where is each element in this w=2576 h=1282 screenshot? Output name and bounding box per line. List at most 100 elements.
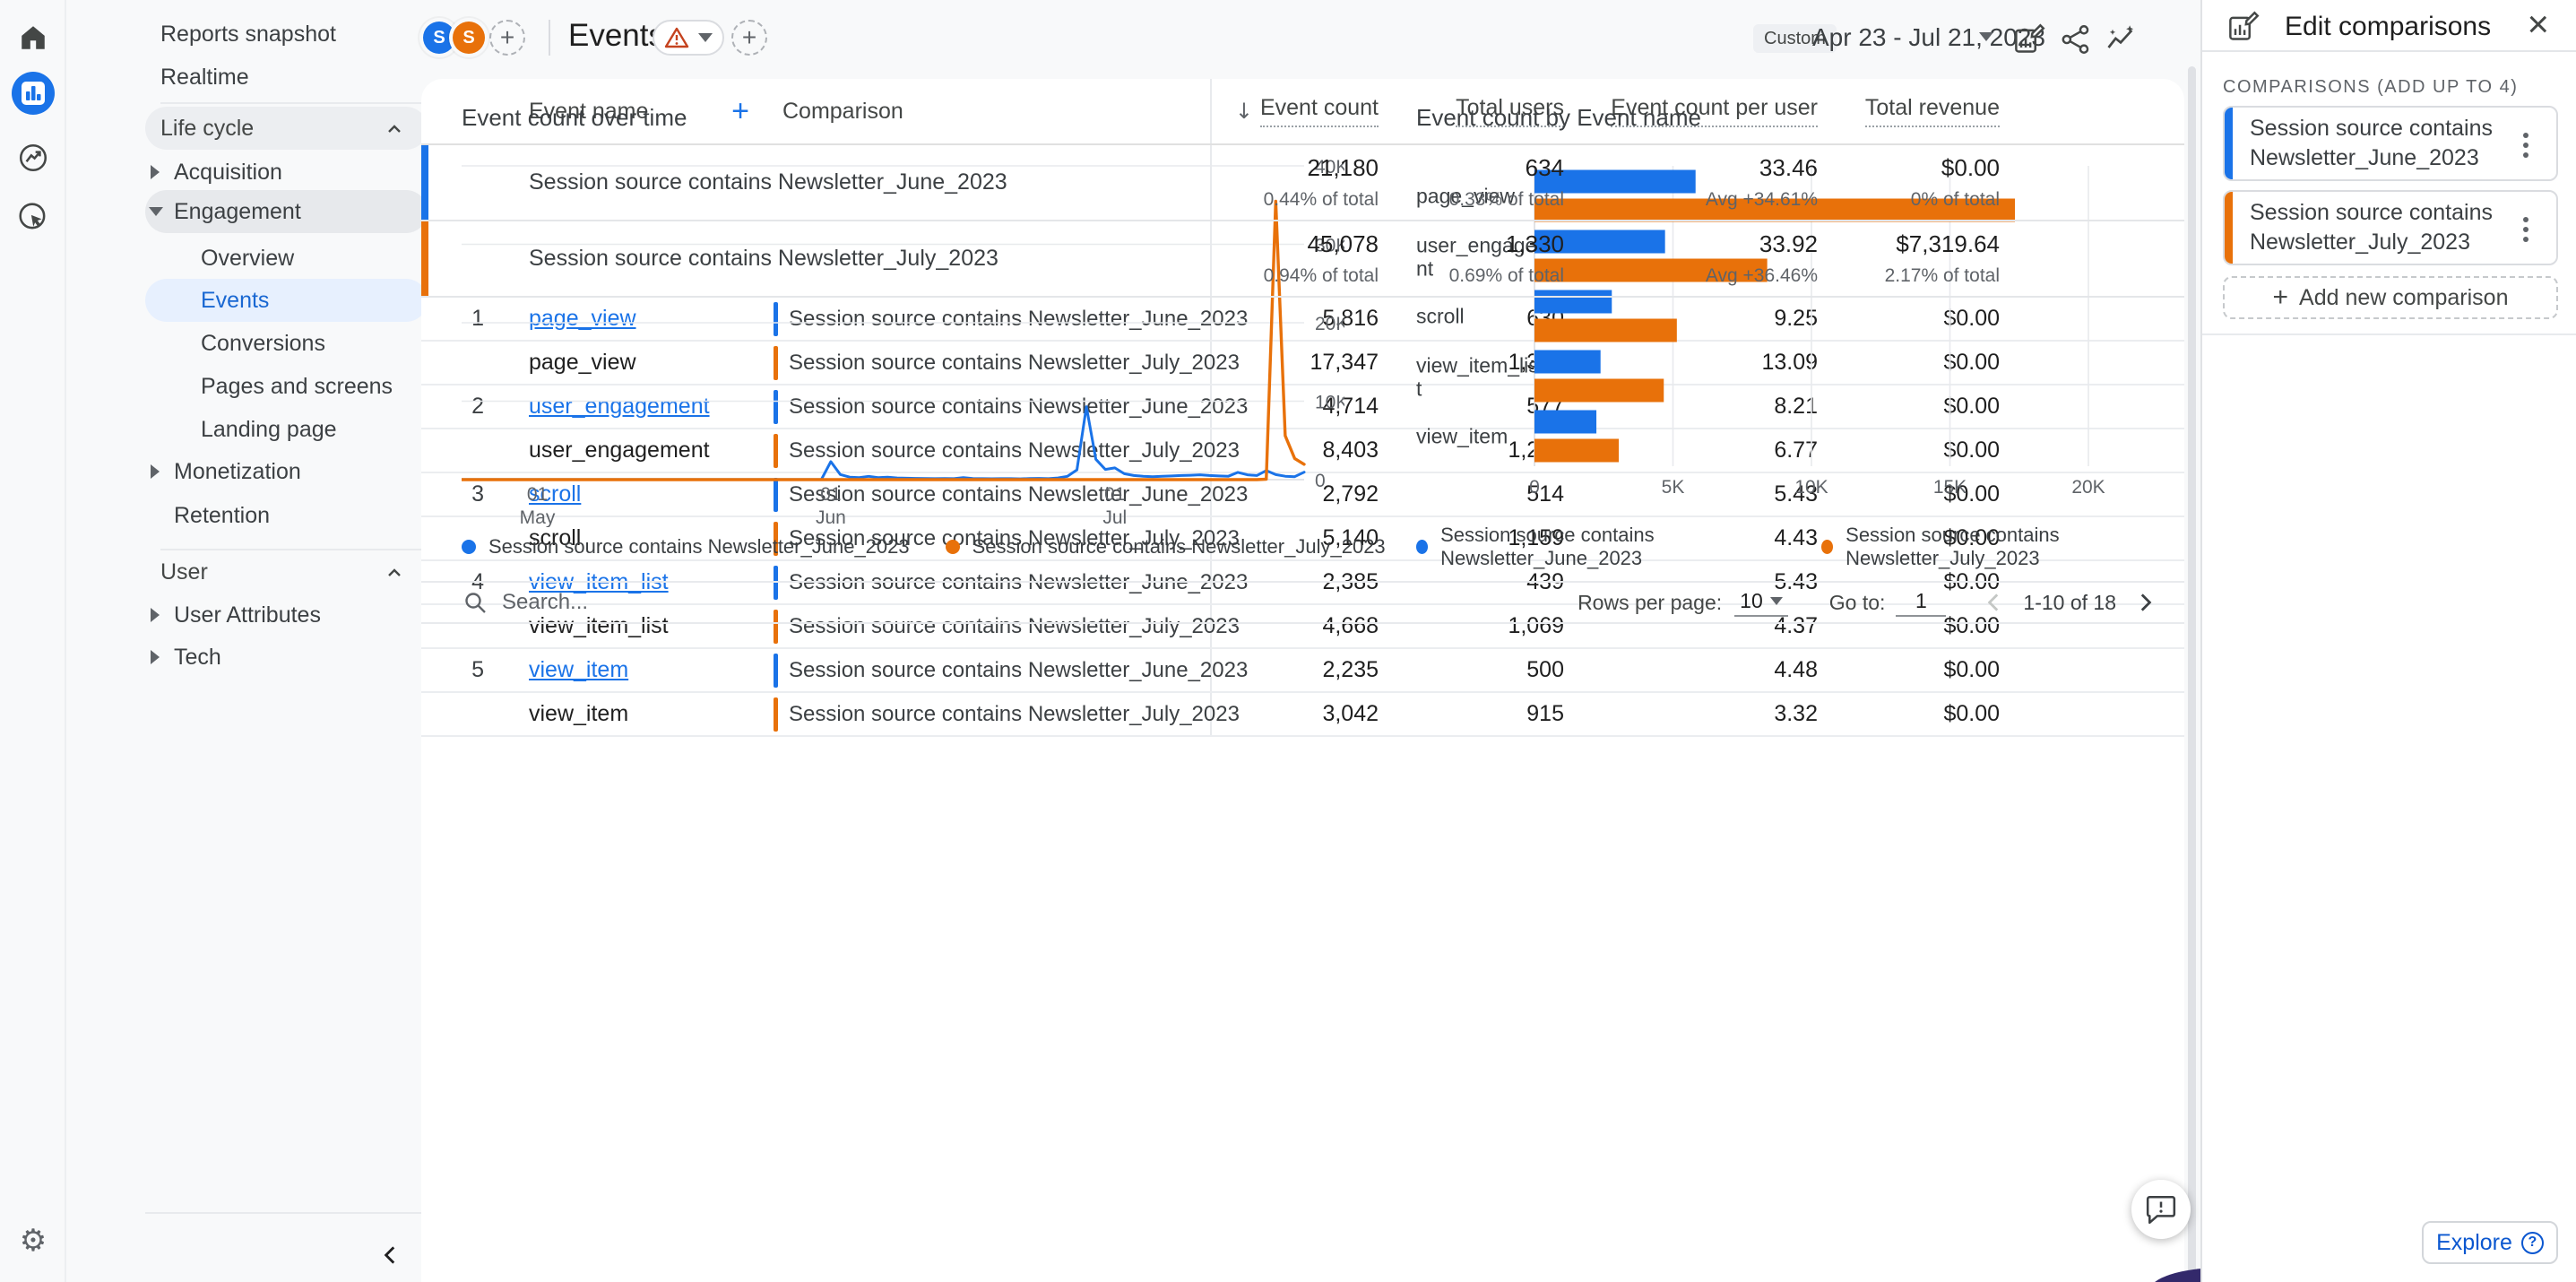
data-quality-dropdown[interactable] — [653, 20, 724, 56]
summary-comparison-label: Session source contains Newsletter_June_… — [421, 145, 1212, 220]
bar-chart-icon-glyph — [22, 82, 45, 105]
explore-icon[interactable] — [12, 136, 55, 179]
sidebar-item-monetization[interactable]: Monetization — [145, 450, 428, 493]
svg-text:May: May — [520, 507, 556, 527]
settings-gear-icon[interactable]: ⚙ — [12, 1219, 55, 1262]
reports-icon[interactable] — [12, 72, 55, 115]
summary-total-revenue: $0.00 0% of total — [1910, 154, 2000, 210]
svg-text:Jun: Jun — [816, 507, 846, 527]
sidebar-item-label: Reports snapshot — [160, 21, 336, 47]
sidebar-item-pages-and-screens[interactable]: Pages and screens — [145, 365, 428, 408]
search-input[interactable] — [502, 590, 878, 615]
comparison-cell: Session source contains Newsletter_July_… — [771, 693, 1240, 735]
report-card: Event count over time Event count by Eve… — [421, 79, 2184, 1282]
explore-button[interactable]: Explore ? — [2422, 1221, 2558, 1264]
sidebar-item-reports-snapshot[interactable]: Reports snapshot — [145, 13, 428, 56]
comparison-value: Newsletter_June_2023 — [2250, 145, 2479, 170]
share-icon[interactable] — [2060, 23, 2092, 56]
explore-icon-glyph — [19, 143, 48, 172]
goto-page-input[interactable]: 1 — [1896, 589, 1947, 617]
sidebar-divider — [145, 1212, 428, 1214]
add-comparison-label: Add new comparison — [2299, 284, 2509, 310]
comparison-card-june[interactable]: Session source contains Newsletter_June_… — [2223, 106, 2558, 181]
sidebar-section-user[interactable]: User — [145, 550, 428, 593]
sidebar-item-acquisition[interactable]: Acquisition — [145, 151, 428, 194]
comparison-cell: Session source contains Newsletter_June_… — [771, 649, 1248, 691]
sidebar-item-realtime[interactable]: Realtime — [145, 56, 428, 99]
add-new-comparison-button[interactable]: + Add new comparison — [2223, 276, 2558, 319]
event-count-per-user-cell: 3.32 — [1774, 701, 1818, 726]
pagination-range: 1-10 of 18 — [2023, 590, 2116, 614]
legend-dot-orange — [945, 540, 960, 554]
svg-text:01: 01 — [527, 484, 548, 505]
feedback-button[interactable] — [2131, 1180, 2191, 1239]
event-count-cell: 3,042 — [1322, 701, 1379, 726]
vertical-scrollbar[interactable] — [2188, 66, 2196, 1282]
comparison-color-bar — [421, 221, 428, 296]
comparison-pill-july[interactable]: S — [453, 22, 485, 54]
legend-label: Session source contains Newsletter_June_… — [1440, 524, 1655, 569]
expand-arrow-icon — [151, 464, 160, 479]
sidebar-item-conversions[interactable]: Conversions — [145, 322, 428, 365]
sidebar-item-user-attributes[interactable]: User Attributes — [145, 593, 428, 637]
add-report-tab-button[interactable]: + — [731, 20, 767, 56]
chevron-down-icon — [1979, 32, 1993, 41]
sidebar-item-label: Landing page — [201, 416, 337, 442]
sidebar-item-retention[interactable]: Retention — [145, 494, 428, 537]
panel-title: Edit comparisons — [2285, 12, 2492, 41]
sidebar-item-label: Engagement — [174, 198, 301, 224]
customize-report-icon[interactable] — [2013, 23, 2045, 56]
comparison-menu-kebab-icon[interactable] — [2510, 127, 2542, 163]
comparison-menu-kebab-icon[interactable] — [2510, 212, 2542, 247]
comparisons-section-label: COMPARISONS (ADD UP TO 4) — [2223, 77, 2519, 97]
table-row: 5 view_item Session source contains Newsle… — [421, 649, 2184, 693]
section-label: Life cycle — [160, 115, 255, 141]
comparison-color-bar — [774, 653, 778, 688]
legend-item: Session source contains Newsletter_July_… — [1821, 524, 2184, 570]
svg-text:Jul: Jul — [1102, 507, 1127, 527]
sidebar-item-engagement[interactable]: Engagement — [145, 190, 428, 233]
insights-icon[interactable] — [2105, 23, 2137, 56]
sidebar-item-events[interactable]: Events — [145, 279, 428, 322]
report-nav-sidebar: Reports snapshot Realtime Life cycle Acq… — [66, 0, 428, 1282]
edit-comparisons-panel: Edit comparisons × COMPARISONS (ADD UP T… — [2200, 0, 2576, 1282]
expand-arrow-icon — [151, 650, 160, 664]
rows-per-page-select[interactable]: 10 — [1734, 589, 1788, 617]
svg-text:view_item_lis: view_item_lis — [1416, 354, 1539, 377]
collapse-sidebar-button[interactable] — [375, 1239, 407, 1271]
legend-label: Session source contains Newsletter_July_… — [1846, 524, 2060, 569]
comparison-value: Newsletter_July_2023 — [2250, 230, 2470, 255]
search-icon — [465, 593, 486, 613]
comparison-pill-june[interactable]: S — [423, 22, 455, 54]
advertising-icon[interactable] — [12, 195, 55, 238]
svg-text:01: 01 — [820, 484, 841, 505]
summary-total-users: 634 0.33% of total — [1448, 154, 1564, 210]
sidebar-item-landing-page[interactable]: Landing page — [145, 408, 428, 451]
sidebar-section-life-cycle[interactable]: Life cycle — [145, 107, 428, 150]
comparison-card-text: Session source contains Newsletter_June_… — [2250, 114, 2493, 173]
plus-icon: + — [2272, 282, 2289, 312]
sidebar-item-label: Tech — [174, 644, 221, 670]
event-count-cell: 2,235 — [1322, 657, 1379, 682]
pagination-controls: Rows per page: 10 Go to: 1 1-10 of 18 — [1578, 589, 2157, 617]
svg-text:t: t — [1416, 377, 1422, 401]
summary-comparison-label: Session source contains Newsletter_July_… — [421, 221, 1212, 296]
previous-page-icon[interactable] — [1982, 590, 2007, 615]
sidebar-item-overview[interactable]: Overview — [145, 237, 428, 280]
comparison-card-july[interactable]: Session source contains Newsletter_July_… — [2223, 190, 2558, 265]
comparison-label: Session source contains Newsletter_July_… — [789, 701, 1240, 726]
event-name-link[interactable]: view_item — [529, 657, 628, 682]
svg-text:10K: 10K — [1315, 393, 1344, 413]
table-search[interactable] — [462, 590, 878, 615]
comparison-color-bar — [2225, 192, 2233, 264]
date-range-selector[interactable]: Apr 23 - Jul 21, 2023 — [1812, 23, 2045, 52]
svg-text:20K: 20K — [1315, 314, 1344, 334]
panel-header: Edit comparisons × — [2202, 0, 2576, 52]
close-panel-icon[interactable]: × — [2527, 5, 2549, 43]
sidebar-item-tech[interactable]: Tech — [145, 636, 428, 679]
sidebar-item-label: Conversions — [201, 330, 325, 356]
next-page-icon[interactable] — [2132, 590, 2157, 615]
home-icon-glyph — [22, 26, 45, 49]
home-icon[interactable] — [12, 16, 55, 59]
add-comparison-pill-button[interactable]: + — [489, 20, 525, 56]
